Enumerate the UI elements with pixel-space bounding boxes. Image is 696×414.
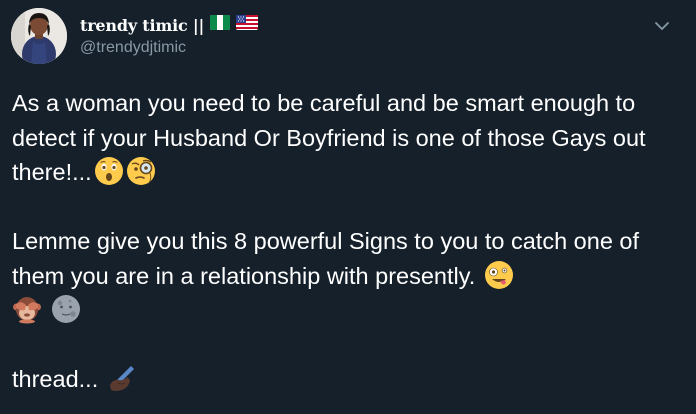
tweet-text: Lemme give you this 8 powerful Signs to …: [12, 228, 640, 289]
author-name-row[interactable]: trendy timic ||: [80, 15, 259, 35]
tweet-paragraph: Lemme give you this 8 powerful Signs to …: [12, 224, 692, 328]
usa-flag-icon: [236, 15, 259, 35]
tweet-paragraph: thread...: [12, 362, 692, 397]
avatar[interactable]: [11, 8, 67, 64]
zany-face-icon: [484, 260, 514, 290]
see-no-evil-monkey-icon: [12, 294, 42, 324]
new-moon-face-icon: [51, 294, 81, 324]
display-name[interactable]: trendy timic ||: [80, 16, 204, 35]
avatar-image: [11, 8, 67, 64]
nigeria-flag-icon: [210, 15, 231, 35]
face-with-monocle-icon: [126, 156, 156, 186]
writing-hand-icon: [107, 363, 137, 393]
tweet-body: As a woman you need to be careful and be…: [12, 86, 692, 397]
username[interactable]: @trendydjtimic: [80, 39, 186, 57]
astonished-face-icon: [94, 156, 124, 186]
chevron-down-icon[interactable]: [650, 14, 674, 38]
tweet-text: thread...: [12, 366, 99, 392]
tweet-card: trendy timic || @trendydjtimic As a woma…: [0, 0, 696, 414]
tweet-paragraph: As a woman you need to be careful and be…: [12, 86, 692, 190]
